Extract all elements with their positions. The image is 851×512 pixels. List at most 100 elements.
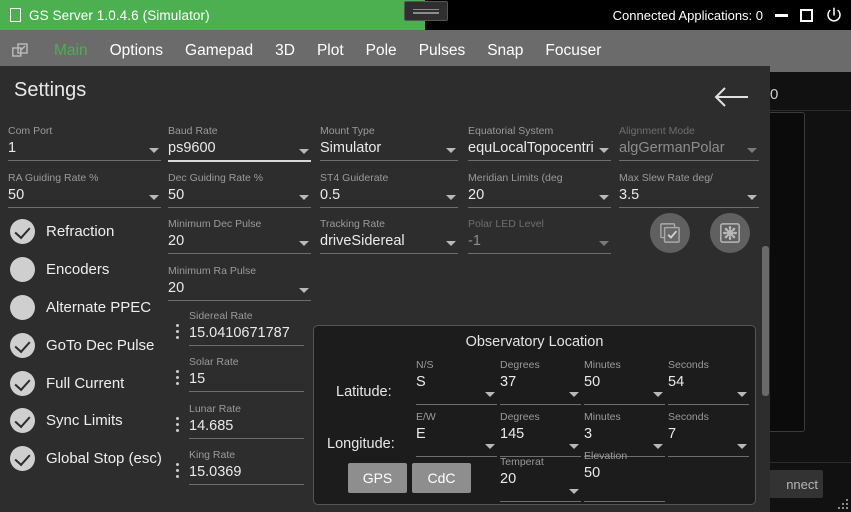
elevation-label: Elevation: [584, 450, 628, 462]
chevron-down-icon[interactable]: [446, 195, 456, 200]
chevron-down-icon[interactable]: [485, 392, 495, 397]
minimum-dec-pulse-value: 20: [168, 233, 185, 249]
chevron-down-icon[interactable]: [485, 444, 495, 449]
chevron-down-icon[interactable]: [299, 288, 309, 293]
equatorial-system-field[interactable]: Equatorial System equLocalTopocentri: [468, 125, 611, 161]
alignment-mode-field[interactable]: Alignment Mode algGermanPolar: [619, 125, 759, 161]
polar-led-level-field[interactable]: Polar LED Level -1: [468, 218, 611, 254]
settings-dialog: Settings Com Port 1 Baud Rate ps9600 Mou…: [0, 66, 770, 512]
elevation-field[interactable]: Elevation 50: [584, 450, 665, 502]
checkbox-icon[interactable]: [10, 408, 35, 433]
chevron-down-icon[interactable]: [569, 444, 579, 449]
king-rate-field[interactable]: King Rate 15.0369: [176, 449, 304, 485]
chevron-down-icon[interactable]: [737, 444, 747, 449]
solar-rate-field[interactable]: Solar Rate 15: [176, 356, 304, 392]
chevron-down-icon[interactable]: [149, 148, 159, 153]
minimum-ra-pulse-field[interactable]: Minimum Ra Pulse 20: [168, 265, 311, 301]
polar-led-level-label: Polar LED Level: [468, 218, 544, 230]
com-port-field[interactable]: Com Port 1: [8, 125, 161, 161]
dec-guiding-rate-field[interactable]: Dec Guiding Rate % 50: [168, 172, 311, 208]
observatory-location-panel: Observatory Location Latitude: Longitude…: [313, 325, 756, 505]
longitude-degrees-field[interactable]: Degrees 145: [500, 411, 581, 457]
temperature-label: Temperat: [500, 456, 544, 468]
chevron-down-icon[interactable]: [599, 148, 609, 153]
tracking-rate-field[interactable]: Tracking Rate driveSidereal: [320, 218, 458, 254]
chevron-down-icon[interactable]: [446, 148, 456, 153]
ra-guiding-rate-field[interactable]: RA Guiding Rate % 50: [8, 172, 161, 208]
checkbox-refraction[interactable]: Refraction: [10, 219, 114, 244]
chevron-down-icon[interactable]: [299, 241, 309, 246]
drag-handle-icon[interactable]: [176, 370, 180, 388]
meridian-limits-field[interactable]: Meridian Limits (deg 20: [468, 172, 611, 208]
max-slew-rate-field[interactable]: Max Slew Rate deg/ 3.5: [619, 172, 759, 208]
checkbox-encoders[interactable]: Encoders: [10, 257, 109, 282]
sidereal-rate-field[interactable]: Sidereal Rate 15.0410671787: [176, 310, 304, 346]
checkbox-icon[interactable]: [10, 219, 35, 244]
dec-guiding-rate-label: Dec Guiding Rate %: [168, 172, 264, 184]
tracking-rate-value: driveSidereal: [320, 233, 405, 249]
chevron-down-icon[interactable]: [446, 241, 456, 246]
chevron-down-icon[interactable]: [599, 241, 609, 246]
temperature-field[interactable]: Temperat 20: [500, 456, 581, 502]
meridian-limits-label: Meridian Limits (deg: [468, 172, 563, 184]
chevron-down-icon[interactable]: [737, 392, 747, 397]
latitude-degrees-field[interactable]: Degrees 37: [500, 359, 581, 405]
chevron-down-icon[interactable]: [599, 195, 609, 200]
equatorial-system-value: equLocalTopocentri: [468, 140, 594, 156]
checkbox-icon[interactable]: [10, 446, 35, 471]
title-bar-left: GS Server 1.0.4.6 (Simulator): [0, 0, 210, 30]
checkbox-goto-dec-pulse[interactable]: GoTo Dec Pulse: [10, 333, 154, 358]
chevron-down-icon[interactable]: [569, 392, 579, 397]
minimum-dec-pulse-field[interactable]: Minimum Dec Pulse 20: [168, 218, 311, 254]
minimize-icon[interactable]: [775, 13, 788, 17]
gps-button[interactable]: GPS: [348, 463, 407, 493]
dialog-scrollbar[interactable]: [761, 66, 770, 512]
status-badge[interactable]: [404, 1, 448, 21]
popout-icon[interactable]: [12, 42, 29, 60]
chevron-down-icon[interactable]: [747, 195, 757, 200]
baud-rate-field[interactable]: Baud Rate ps9600: [168, 125, 311, 162]
checkbox-full-current[interactable]: Full Current: [10, 371, 124, 396]
checkbox-icon[interactable]: [10, 295, 35, 320]
chevron-down-icon[interactable]: [653, 444, 663, 449]
latitude-ns-field[interactable]: N/S S: [416, 359, 497, 405]
longitude-seconds-field[interactable]: Seconds 7: [668, 411, 749, 457]
checklist-icon-button[interactable]: [650, 213, 690, 253]
power-icon[interactable]: [825, 6, 843, 24]
back-arrow-icon[interactable]: [710, 84, 750, 110]
gear-icon-button[interactable]: [710, 213, 750, 253]
longitude-degrees-value: 145: [500, 426, 525, 442]
longitude-ew-field[interactable]: E/W E: [416, 411, 497, 457]
chevron-down-icon[interactable]: [299, 195, 309, 200]
chevron-down-icon[interactable]: [149, 195, 159, 200]
checkbox-icon[interactable]: [10, 257, 35, 282]
longitude-seconds-label: Seconds: [668, 411, 709, 423]
drag-handle-icon[interactable]: [176, 417, 180, 435]
title-bar: GS Server 1.0.4.6 (Simulator) Connected …: [0, 0, 851, 30]
checkbox-icon[interactable]: [10, 371, 35, 396]
background-value: 0: [770, 86, 779, 103]
st4-guiderate-field[interactable]: ST4 Guiderate 0.5: [320, 172, 458, 208]
checkbox-icon[interactable]: [10, 333, 35, 358]
latitude-seconds-field[interactable]: Seconds 54: [668, 359, 749, 405]
checkbox-label: Alternate PPEC: [46, 299, 152, 316]
cdc-button[interactable]: CdC: [412, 463, 471, 493]
scrollbar-thumb[interactable]: [762, 246, 769, 396]
checkbox-sync-limits[interactable]: Sync Limits: [10, 408, 123, 433]
checkbox-alternate-ppec[interactable]: Alternate PPEC: [10, 295, 151, 320]
resize-grip[interactable]: [834, 495, 848, 509]
drag-handle-icon[interactable]: [176, 324, 180, 342]
maximize-icon[interactable]: [800, 8, 813, 22]
chevron-down-icon[interactable]: [569, 489, 579, 494]
checkbox-global-stop[interactable]: Global Stop (esc): [10, 446, 162, 471]
chevron-down-icon[interactable]: [299, 148, 309, 154]
connect-button[interactable]: nnect: [765, 470, 823, 498]
chevron-down-icon[interactable]: [747, 148, 757, 153]
chevron-down-icon[interactable]: [653, 392, 663, 397]
latitude-minutes-label: Minutes: [584, 359, 621, 371]
mount-type-field[interactable]: Mount Type Simulator: [320, 125, 458, 161]
drag-handle-icon[interactable]: [176, 463, 180, 481]
latitude-minutes-field[interactable]: Minutes 50: [584, 359, 665, 405]
sidereal-rate-value: 15.0410671787: [189, 325, 290, 341]
lunar-rate-field[interactable]: Lunar Rate 14.685: [176, 403, 304, 439]
